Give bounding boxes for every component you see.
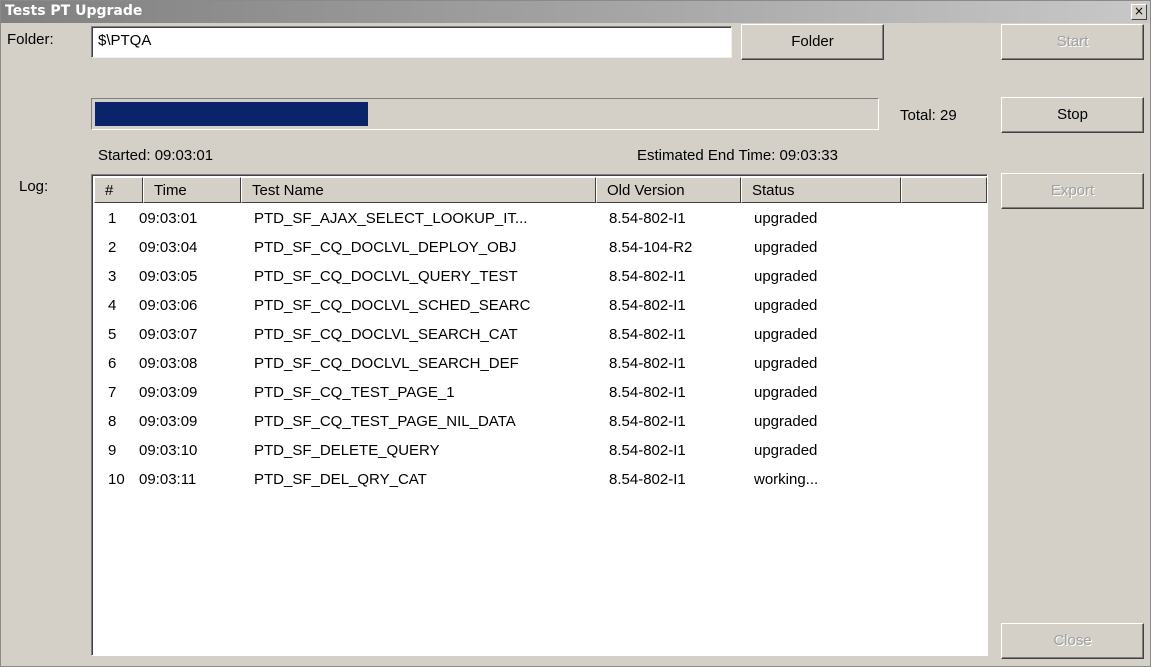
- cell-num: 6: [108, 355, 117, 372]
- folder-label: Folder:: [7, 31, 54, 48]
- cell-status: upgraded: [754, 384, 818, 401]
- log-list[interactable]: # Time Test Name Old Version Status 1 09:…: [91, 174, 988, 656]
- table-row[interactable]: 6 09:03:08 PTD_SF_CQ_DOCLVL_SEARCH_DEF 8.54…: [94, 350, 984, 379]
- table-row[interactable]: 2 09:03:04 PTD_SF_CQ_DOCLVL_DEPLOY_OBJ 8.54…: [94, 234, 984, 263]
- cell-num: 7: [108, 384, 117, 401]
- cell-status: upgraded: [754, 413, 818, 430]
- start-button[interactable]: Start: [1001, 24, 1144, 60]
- cell-name: PTD_SF_CQ_DOCLVL_SCHED_SEARC: [254, 297, 531, 314]
- cell-time: 09:03:05: [139, 268, 198, 285]
- total-count: Total: 29: [900, 107, 957, 124]
- column-header-old-version[interactable]: Old Version: [596, 177, 741, 203]
- table-row[interactable]: 9 09:03:10 PTD_SF_DELETE_QUERY 8.54-802-I1 u…: [94, 437, 984, 466]
- cell-name: PTD_SF_DEL_QRY_CAT: [254, 471, 427, 488]
- table-row[interactable]: 5 09:03:07 PTD_SF_CQ_DOCLVL_SEARCH_CAT 8.54…: [94, 321, 984, 350]
- cell-status: working...: [754, 471, 819, 488]
- log-label: Log:: [19, 178, 49, 195]
- cell-name: PTD_SF_CQ_DOCLVL_QUERY_TEST: [254, 268, 518, 285]
- table-row[interactable]: 8 09:03:09 PTD_SF_CQ_TEST_PAGE_NIL_DATA 8.5…: [94, 408, 984, 437]
- cell-status: upgraded: [754, 442, 818, 459]
- cell-num: 5: [108, 326, 117, 343]
- cell-time: 09:03:11: [139, 471, 197, 488]
- cell-version: 8.54-802-I1: [609, 268, 686, 285]
- export-button[interactable]: Export: [1001, 173, 1144, 209]
- close-button[interactable]: Close: [1001, 623, 1144, 659]
- cell-time: 09:03:09: [139, 384, 198, 401]
- cell-name: PTD_SF_DELETE_QUERY: [254, 442, 440, 459]
- table-row[interactable]: 1 09:03:01 PTD_SF_AJAX_SELECT_LOOKUP_IT...…: [94, 205, 984, 234]
- progress-bar: [91, 98, 879, 130]
- column-header-empty[interactable]: [901, 177, 987, 203]
- cell-time: 09:03:10: [139, 442, 198, 459]
- cell-version: 8.54-802-I1: [609, 471, 686, 488]
- window-title: Tests PT Upgrade: [5, 3, 143, 19]
- cell-version: 8.54-104-R2: [609, 239, 693, 256]
- progress-fill: [95, 102, 368, 126]
- cell-time: 09:03:01: [139, 210, 198, 227]
- cell-version: 8.54-802-I1: [609, 442, 686, 459]
- dialog-window: Tests PT Upgrade × Folder: $\PTQA Folder…: [0, 0, 1151, 667]
- table-row[interactable]: 10 09:03:11 PTD_SF_DEL_QRY_CAT 8.54-802-I1 w…: [94, 466, 984, 495]
- cell-num: 1: [108, 210, 117, 227]
- cell-time: 09:03:08: [139, 355, 198, 372]
- title-bar[interactable]: Tests PT Upgrade ×: [1, 1, 1150, 23]
- cell-time: 09:03:07: [139, 326, 198, 343]
- column-header-test-name[interactable]: Test Name: [241, 177, 596, 203]
- cell-status: upgraded: [754, 297, 818, 314]
- cell-name: PTD_SF_CQ_DOCLVL_SEARCH_DEF: [254, 355, 519, 372]
- cell-version: 8.54-802-I1: [609, 384, 686, 401]
- cell-num: 8: [108, 413, 117, 430]
- cell-name: PTD_SF_CQ_DOCLVL_DEPLOY_OBJ: [254, 239, 517, 256]
- cell-status: upgraded: [754, 355, 818, 372]
- cell-name: PTD_SF_CQ_TEST_PAGE_1: [254, 384, 455, 401]
- cell-num: 9: [108, 442, 117, 459]
- cell-name: PTD_SF_AJAX_SELECT_LOOKUP_IT...: [254, 210, 528, 227]
- cell-version: 8.54-802-I1: [609, 297, 686, 314]
- cell-name: PTD_SF_CQ_DOCLVL_SEARCH_CAT: [254, 326, 518, 343]
- cell-num: 4: [108, 297, 117, 314]
- column-header-number[interactable]: #: [94, 177, 143, 203]
- cell-num: 3: [108, 268, 117, 285]
- folder-input-value: $\PTQA: [98, 32, 152, 49]
- cell-num: 2: [108, 239, 117, 256]
- cell-status: upgraded: [754, 239, 818, 256]
- cell-version: 8.54-802-I1: [609, 413, 686, 430]
- cell-name: PTD_SF_CQ_TEST_PAGE_NIL_DATA: [254, 413, 516, 430]
- table-row[interactable]: 7 09:03:09 PTD_SF_CQ_TEST_PAGE_1 8.54-802-I…: [94, 379, 984, 408]
- cell-version: 8.54-802-I1: [609, 210, 686, 227]
- stop-button[interactable]: Stop: [1001, 97, 1144, 133]
- folder-browse-button[interactable]: Folder: [741, 24, 884, 60]
- cell-num: 10: [108, 471, 125, 488]
- cell-time: 09:03:04: [139, 239, 198, 256]
- cell-status: upgraded: [754, 326, 818, 343]
- close-window-icon[interactable]: ×: [1131, 4, 1147, 20]
- table-row[interactable]: 4 09:03:06 PTD_SF_CQ_DOCLVL_SCHED_SEARC 8.5…: [94, 292, 984, 321]
- cell-version: 8.54-802-I1: [609, 326, 686, 343]
- started-time: Started: 09:03:01: [98, 147, 214, 164]
- cell-status: upgraded: [754, 210, 818, 227]
- cell-time: 09:03:09: [139, 413, 198, 430]
- folder-input[interactable]: $\PTQA: [91, 26, 732, 58]
- cell-status: upgraded: [754, 268, 818, 285]
- column-header-time[interactable]: Time: [143, 177, 241, 203]
- cell-time: 09:03:06: [139, 297, 198, 314]
- cell-version: 8.54-802-I1: [609, 355, 686, 372]
- estimated-end-time: Estimated End Time: 09:03:33: [637, 147, 838, 164]
- table-row[interactable]: 3 09:03:05 PTD_SF_CQ_DOCLVL_QUERY_TEST 8.54…: [94, 263, 984, 292]
- column-header-status[interactable]: Status: [741, 177, 901, 203]
